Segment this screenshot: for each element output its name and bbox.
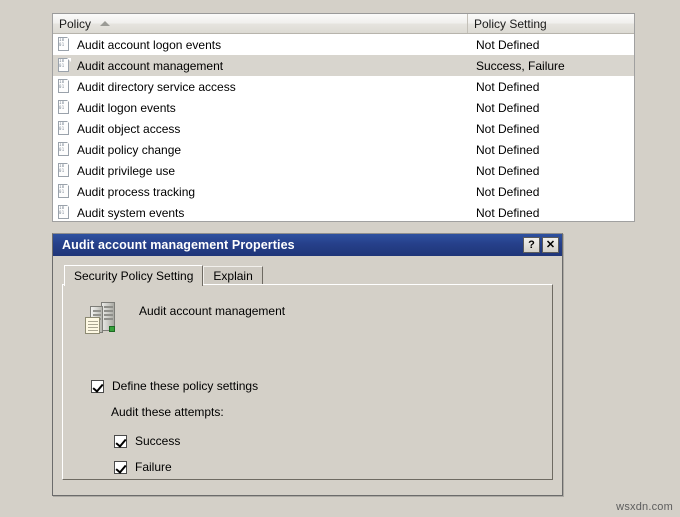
policy-document-icon: 10 01 xyxy=(58,79,72,94)
policy-list-view[interactable]: Policy Policy Setting 10 01 Audit account … xyxy=(52,13,635,222)
cell-policy-setting: Not Defined xyxy=(476,37,540,52)
policy-header: Audit account management xyxy=(79,299,536,336)
policy-document-icon: 10 01 xyxy=(58,121,72,136)
sort-ascending-arrow-icon xyxy=(100,21,111,26)
watermark: wsxdn.com xyxy=(616,501,673,513)
close-button[interactable]: ✕ xyxy=(542,237,559,253)
cell-policy-setting: Not Defined xyxy=(476,205,540,220)
server-policy-icon xyxy=(84,300,119,336)
table-row[interactable]: 10 01 Audit process tracking Not Defined xyxy=(53,181,634,202)
cell-policy-setting: Not Defined xyxy=(476,121,540,136)
define-policy-settings-label: Define these policy settings xyxy=(112,379,259,393)
cell-policy-setting: Success, Failure xyxy=(476,58,565,73)
policy-document-icon: 10 01 xyxy=(58,142,72,157)
policy-name: Audit policy change xyxy=(77,142,182,157)
policy-document-icon: 10 01 xyxy=(58,205,72,220)
cell-policy-setting: Not Defined xyxy=(476,142,540,157)
checkbox-icon[interactable] xyxy=(91,379,104,393)
help-button[interactable]: ? xyxy=(523,237,540,253)
list-header-row: Policy Policy Setting xyxy=(53,14,634,34)
policy-name: Audit account logon events xyxy=(77,37,222,52)
policy-document-icon: 10 01 xyxy=(58,100,72,115)
policy-document-icon: 10 01 xyxy=(58,58,72,73)
failure-label: Failure xyxy=(135,460,172,474)
cell-policy: 10 01 Audit process tracking xyxy=(53,184,468,199)
tab-strip: Security Policy Setting Explain xyxy=(64,264,553,286)
policy-name-label: Audit account management xyxy=(139,304,286,318)
checkbox-icon[interactable] xyxy=(114,460,127,474)
cell-policy: 10 01 Audit account logon events xyxy=(53,37,468,52)
column-header-policy-setting-label: Policy Setting xyxy=(474,16,547,31)
policy-name: Audit account management xyxy=(77,58,224,73)
table-row[interactable]: 10 01 Audit system events Not Defined xyxy=(53,202,634,221)
tab-panel-security-policy-setting: Audit account management Define these po… xyxy=(62,284,553,480)
audit-attempts-label: Audit these attempts: xyxy=(111,405,224,419)
dialog-body: Security Policy Setting Explain Audit ac… xyxy=(53,256,562,495)
policy-name: Audit directory service access xyxy=(77,79,236,94)
checkbox-icon[interactable] xyxy=(114,434,127,448)
table-row[interactable]: 10 01 Audit policy change Not Defined xyxy=(53,139,634,160)
cell-policy: 10 01 Audit directory service access xyxy=(53,79,468,94)
tab-explain-label: Explain xyxy=(213,268,253,283)
column-header-policy-label: Policy xyxy=(59,16,92,31)
cell-policy-setting: Not Defined xyxy=(476,184,540,199)
list-rows-container: 10 01 Audit account logon events Not Define… xyxy=(53,34,634,221)
table-row[interactable]: 10 01 Audit account management Success, Fai… xyxy=(53,55,634,76)
policy-name: Audit process tracking xyxy=(77,184,196,199)
column-header-policy[interactable]: Policy xyxy=(53,14,468,33)
cell-policy: 10 01 Audit system events xyxy=(53,205,468,220)
cell-policy: 10 01 Audit logon events xyxy=(53,100,468,115)
table-row[interactable]: 10 01 Audit object access Not Defined xyxy=(53,118,634,139)
cell-policy: 10 01 Audit privilege use xyxy=(53,163,468,178)
tab-security-policy-setting[interactable]: Security Policy Setting xyxy=(64,265,204,286)
policy-name: Audit logon events xyxy=(77,100,176,115)
define-policy-settings-checkbox[interactable]: Define these policy settings xyxy=(91,379,536,393)
dialog-title-bar[interactable]: Audit account management Properties ? ✕ xyxy=(53,234,562,256)
audit-properties-dialog: Audit account management Properties ? ✕ … xyxy=(52,233,563,496)
cell-policy: 10 01 Audit object access xyxy=(53,121,468,136)
cell-policy: 10 01 Audit account management xyxy=(53,58,468,73)
policy-name: Audit system events xyxy=(77,205,185,220)
table-row[interactable]: 10 01 Audit account logon events Not Define… xyxy=(53,34,634,55)
dialog-title: Audit account management Properties xyxy=(62,238,295,252)
column-header-policy-setting[interactable]: Policy Setting xyxy=(468,14,634,33)
table-row[interactable]: 10 01 Audit directory service access Not De… xyxy=(53,76,634,97)
cell-policy-setting: Not Defined xyxy=(476,100,540,115)
failure-checkbox[interactable]: Failure xyxy=(114,460,536,474)
success-label: Success xyxy=(135,434,181,448)
table-row[interactable]: 10 01 Audit privilege use Not Defined xyxy=(53,160,634,181)
policy-document-icon: 10 01 xyxy=(58,163,72,178)
policy-name: Audit privilege use xyxy=(77,163,176,178)
policy-document-icon: 10 01 xyxy=(58,37,72,52)
cell-policy-setting: Not Defined xyxy=(476,163,540,178)
policy-document-icon: 10 01 xyxy=(58,184,72,199)
cell-policy: 10 01 Audit policy change xyxy=(53,142,468,157)
table-row[interactable]: 10 01 Audit logon events Not Defined xyxy=(53,97,634,118)
tab-security-policy-setting-label: Security Policy Setting xyxy=(74,269,194,283)
policy-name: Audit object access xyxy=(77,121,181,136)
success-checkbox[interactable]: Success xyxy=(114,434,536,448)
tab-explain[interactable]: Explain xyxy=(203,266,263,284)
cell-policy-setting: Not Defined xyxy=(476,79,540,94)
